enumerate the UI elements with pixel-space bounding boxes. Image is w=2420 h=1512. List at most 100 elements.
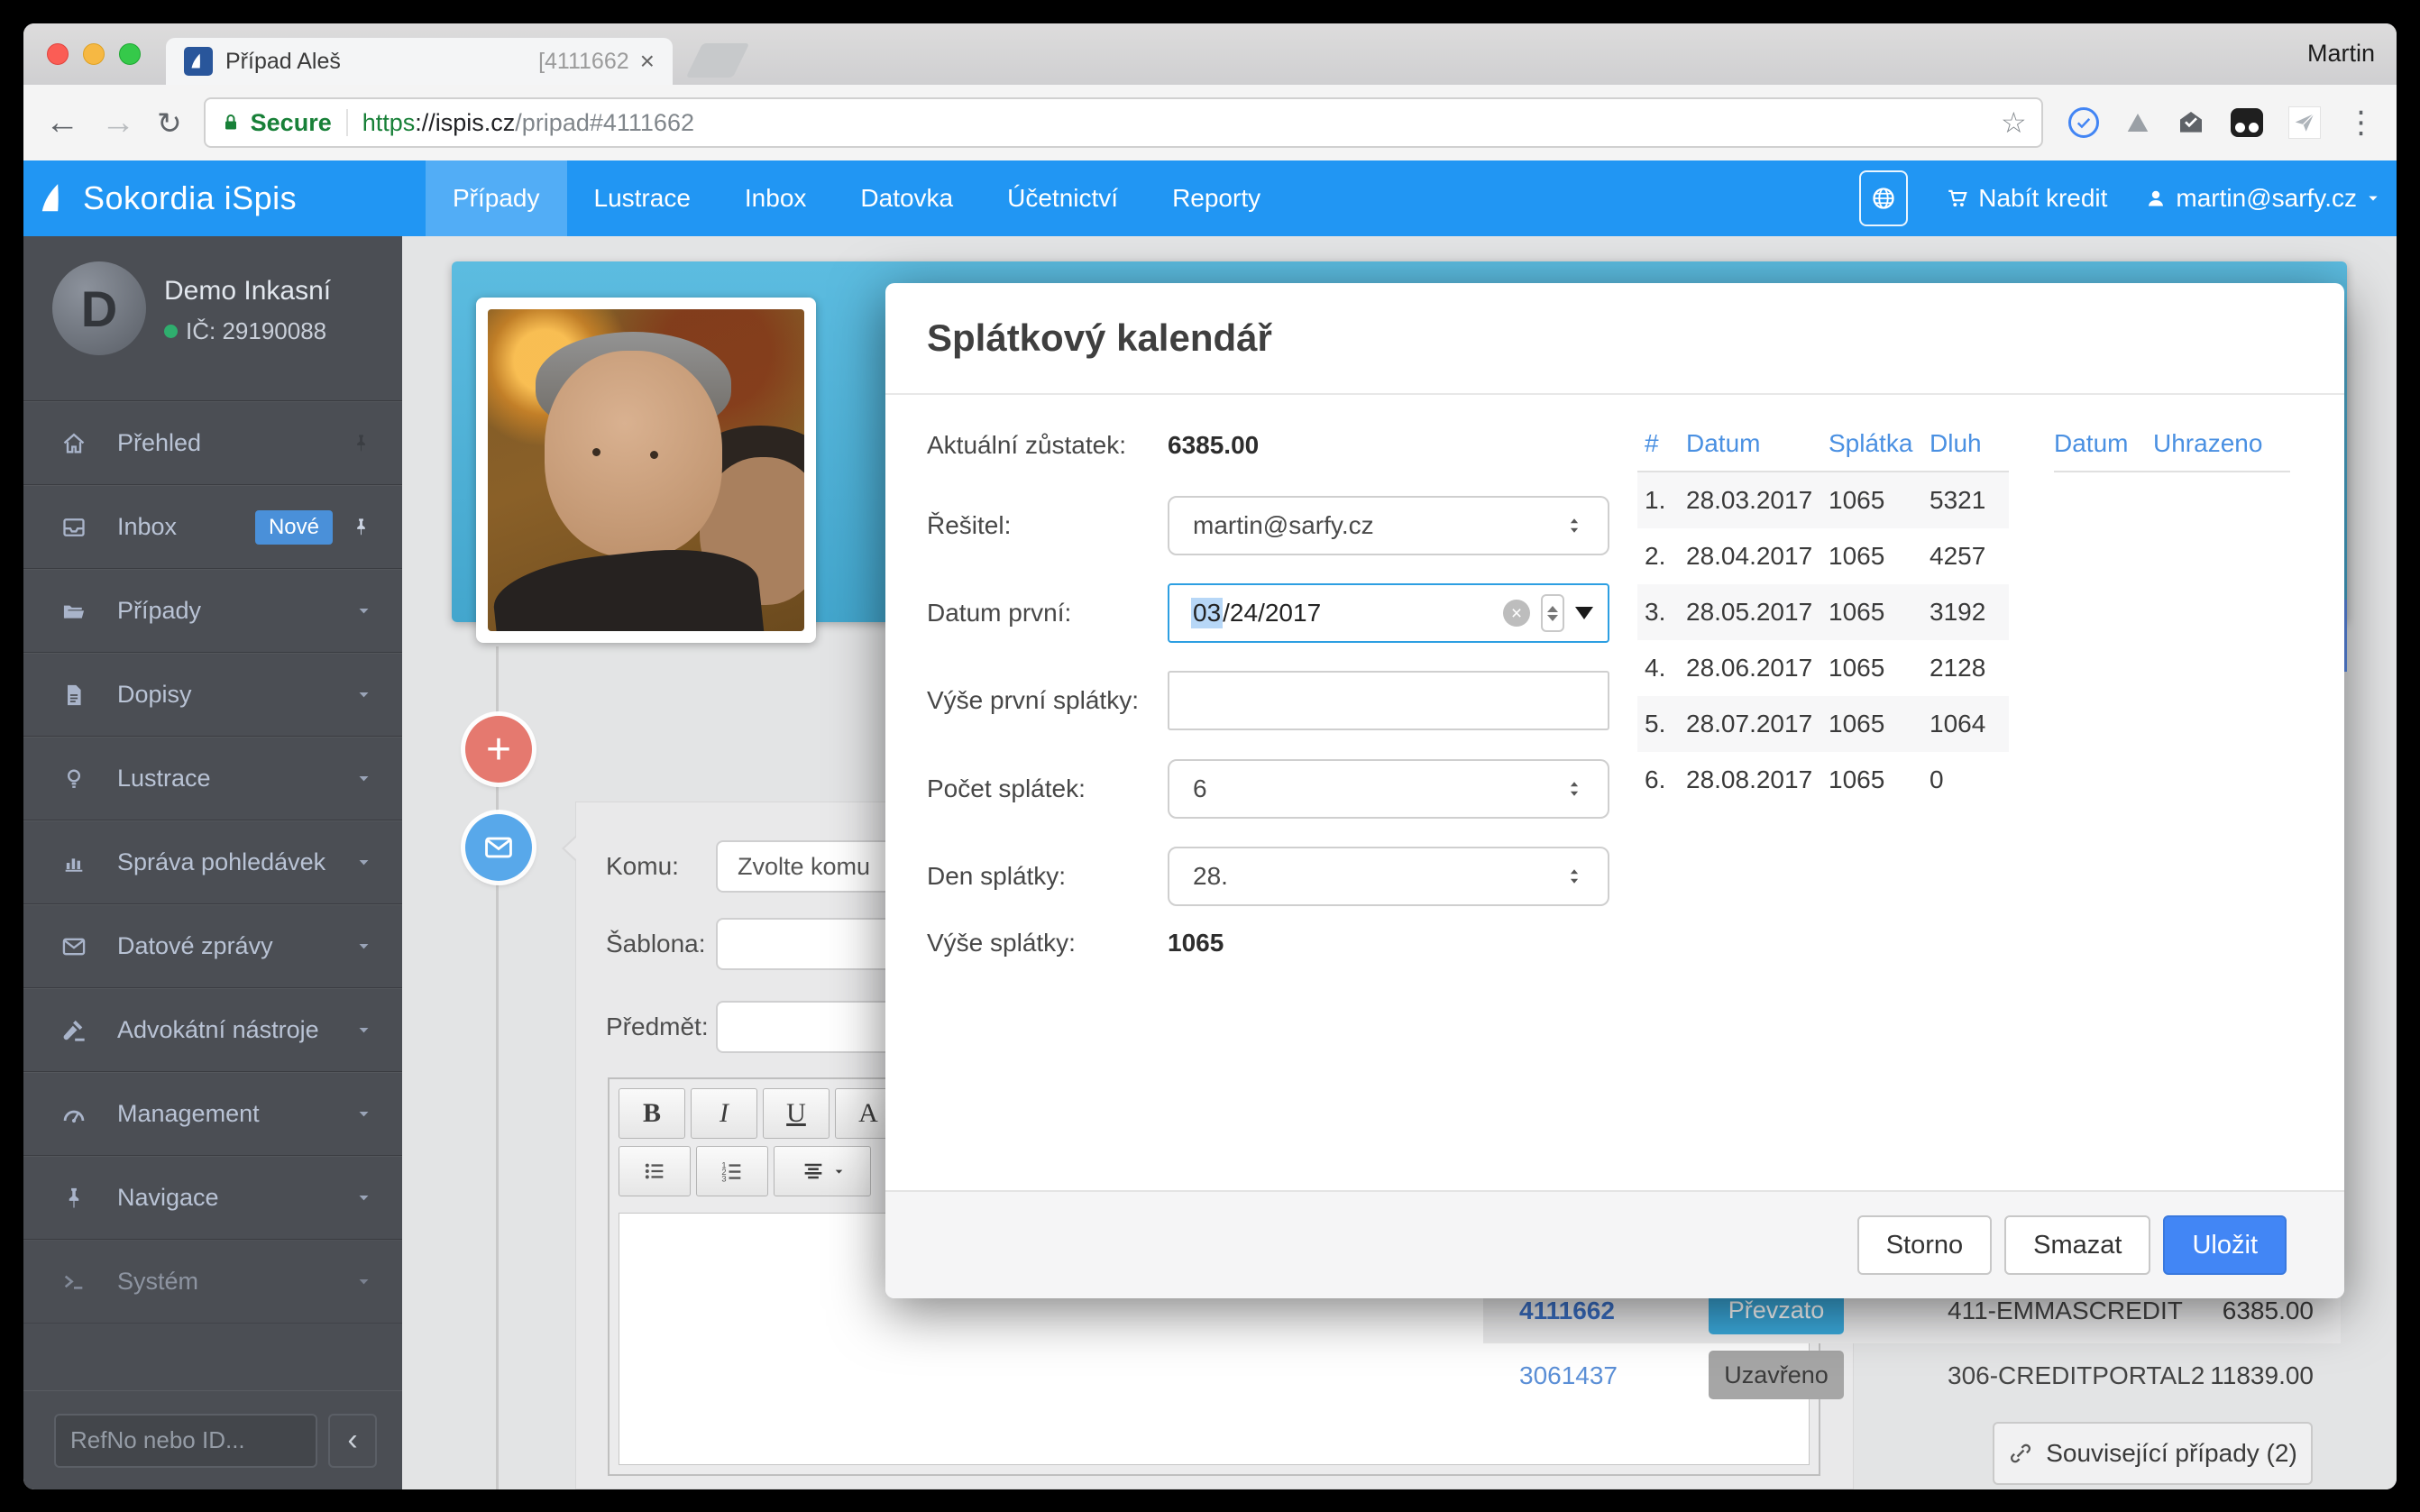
chevron-down-icon[interactable] <box>356 1106 371 1122</box>
navbar-menu-item[interactable]: Případy <box>426 160 567 236</box>
reload-icon[interactable]: ↻ <box>157 108 182 138</box>
navbar-menu-item[interactable]: Datovka <box>833 160 980 236</box>
new-tab-button[interactable] <box>686 43 750 78</box>
brand[interactable]: Sokordia iSpis <box>38 160 297 236</box>
schedule-table: # Datum Splátka Dluh 1. 28.03.2017 1065 … <box>1637 429 2009 808</box>
navbar-menu-item[interactable]: Lustrace <box>567 160 718 236</box>
brand-name: Sokordia iSpis <box>83 179 297 217</box>
debtor-photo-card[interactable] <box>476 298 816 643</box>
chevron-down-icon[interactable] <box>356 603 371 619</box>
related-cases-label: Související případy (2) <box>2046 1439 2297 1468</box>
day-select[interactable]: 28. <box>1168 847 1609 906</box>
count-value: 6 <box>1193 774 1207 803</box>
sidebar-item[interactable]: Případy <box>23 569 402 653</box>
underline-button[interactable]: U <box>763 1088 830 1139</box>
navbar-menu-item[interactable]: Účetnictví <box>980 160 1145 236</box>
zoom-window-button[interactable] <box>119 43 141 65</box>
date-spinner[interactable] <box>1541 594 1564 632</box>
chevron-down-icon[interactable] <box>356 1022 371 1038</box>
solver-select[interactable]: martin@sarfy.cz <box>1168 496 1609 555</box>
account-menu[interactable]: martin@sarfy.cz <box>2145 184 2380 213</box>
row-debt: 1064 <box>1930 710 2016 738</box>
first-amount-input[interactable] <box>1168 671 1609 730</box>
chevron-down-icon[interactable] <box>356 1274 371 1289</box>
row-amount: 1065 <box>1829 542 1930 571</box>
browser-tab[interactable]: Případ Aleš [4111662 × <box>166 38 673 85</box>
extension-inbox-icon[interactable] <box>2177 108 2205 137</box>
sidebar-item-icon <box>61 1269 90 1295</box>
datepicker-caret-icon[interactable] <box>1575 607 1593 619</box>
credit-button[interactable]: Nabít kredit <box>1946 184 2107 213</box>
browser-toolbar: ← → ↻ Secure https://ispis.cz/pripad#411… <box>23 85 2397 160</box>
modal-header: Splátkový kalendář <box>885 283 2344 395</box>
sidebar-item[interactable]: Přehled <box>23 401 402 485</box>
navbar-menu-item[interactable]: Reporty <box>1145 160 1288 236</box>
installment-value: 1065 <box>1168 925 1224 961</box>
sidebar-collapse-button[interactable]: ‹ <box>328 1414 377 1468</box>
chevron-down-icon[interactable] <box>356 939 371 954</box>
pin-icon[interactable] <box>351 433 371 454</box>
sidebar-item[interactable]: Dopisy <box>23 653 402 737</box>
sidebar-item[interactable]: Datové zprávy <box>23 904 402 988</box>
case-id-link[interactable]: 3061437 <box>1519 1361 1618 1390</box>
sidebar-item-icon <box>61 850 90 875</box>
chevron-down-icon[interactable] <box>356 771 371 786</box>
extension-check-icon[interactable] <box>2068 107 2099 138</box>
compose-letter-button[interactable] <box>465 814 532 881</box>
sidebar-item[interactable]: Management <box>23 1072 402 1156</box>
subject-label: Předmět: <box>606 1001 709 1053</box>
count-select[interactable]: 6 <box>1168 759 1609 819</box>
browser-menu-icon[interactable]: ⋮ <box>2346 105 2377 141</box>
chevron-down-icon[interactable] <box>356 1190 371 1205</box>
select-updown-icon <box>1564 866 1584 886</box>
save-button[interactable]: Uložit <box>2163 1215 2287 1275</box>
sidebar-item[interactable]: Lustrace <box>23 737 402 820</box>
sidebar-item[interactable]: Systém <box>23 1240 402 1324</box>
case-id-link[interactable]: 4111662 <box>1519 1297 1615 1325</box>
first-date-input[interactable]: 03/24/2017 × <box>1168 583 1609 643</box>
numbered-list-button[interactable] <box>696 1146 768 1196</box>
add-action-button[interactable]: + <box>465 716 532 783</box>
navbar-menu-item[interactable]: Inbox <box>718 160 834 236</box>
secure-label[interactable]: Secure <box>251 109 332 137</box>
bookmark-star-icon[interactable]: ☆ <box>2001 105 2027 140</box>
bullet-list-button[interactable] <box>619 1146 691 1196</box>
sidebar-item-label: Dopisy <box>117 681 192 709</box>
forward-icon[interactable]: → <box>101 105 135 140</box>
back-icon[interactable]: ← <box>45 105 79 140</box>
browser-profile-name[interactable]: Martin <box>2307 40 2375 68</box>
refno-search-input[interactable] <box>54 1414 317 1468</box>
sidebar-item[interactable]: Navigace <box>23 1156 402 1240</box>
clear-date-icon[interactable]: × <box>1503 600 1530 627</box>
cancel-button[interactable]: Storno <box>1857 1215 1992 1275</box>
row-date: 28.05.2017 <box>1686 598 1829 627</box>
sidebar-item[interactable]: Správa pohledávek <box>23 820 402 904</box>
language-button[interactable] <box>1859 170 1908 226</box>
minimize-window-button[interactable] <box>83 43 105 65</box>
pin-icon[interactable] <box>351 517 371 537</box>
row-amount: 1065 <box>1829 654 1930 683</box>
sidebar-item[interactable]: Inbox Nové <box>23 485 402 569</box>
chevron-down-icon[interactable] <box>356 855 371 870</box>
sidebar-item-icon <box>61 1102 90 1127</box>
align-button[interactable] <box>774 1146 871 1196</box>
bold-button[interactable]: B <box>619 1088 685 1139</box>
delete-button[interactable]: Smazat <box>2004 1215 2150 1275</box>
select-updown-icon <box>1564 779 1584 799</box>
col-debt: Dluh <box>1930 429 2016 458</box>
italic-button[interactable]: I <box>691 1088 757 1139</box>
extension-drive-icon[interactable] <box>2124 109 2151 136</box>
close-window-button[interactable] <box>47 43 69 65</box>
url-bar[interactable]: Secure https://ispis.cz/pripad#4111662 ☆ <box>204 97 2043 148</box>
chevron-down-icon[interactable] <box>356 687 371 702</box>
related-cases-button[interactable]: Související případy (2) <box>1993 1422 2313 1485</box>
case-status-badge: Uzavřeno <box>1709 1351 1844 1399</box>
tab-close-icon[interactable]: × <box>640 47 655 76</box>
row-amount: 1065 <box>1829 486 1930 515</box>
sidebar-item[interactable]: Advokátní nástroje <box>23 988 402 1072</box>
row-debt: 5321 <box>1930 486 2016 515</box>
extension-plane-icon[interactable] <box>2288 106 2321 139</box>
extension-pocket-icon[interactable] <box>2231 108 2263 137</box>
case-amount: 11839.00 <box>2210 1361 2314 1390</box>
select-updown-icon <box>1564 516 1584 536</box>
